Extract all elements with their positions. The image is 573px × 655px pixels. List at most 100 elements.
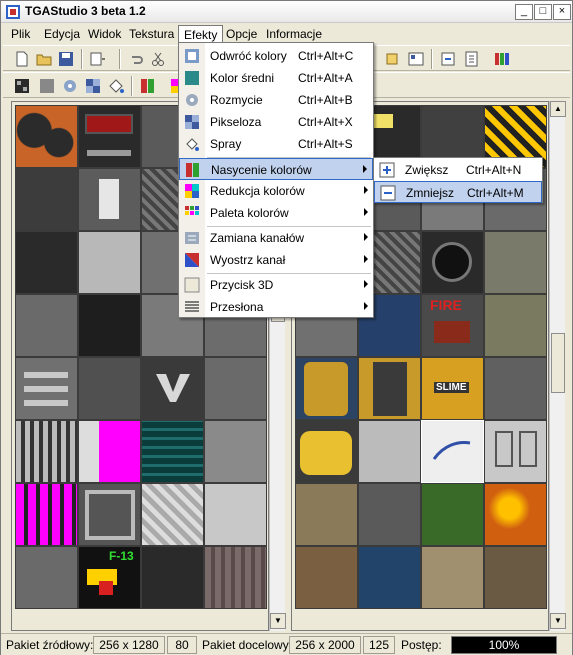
texture-tile[interactable] [15,483,78,546]
maximize-button[interactable]: □ [534,4,552,20]
source-count: 80 [167,636,197,654]
texture-tile[interactable] [484,483,547,546]
texture-tile[interactable] [421,231,484,294]
layout-icon[interactable] [407,50,425,68]
scroll-up-button[interactable]: ▲ [550,101,566,117]
channels-icon[interactable] [493,50,511,68]
texture-tile[interactable] [484,546,547,609]
cut-icon[interactable] [149,50,167,68]
texture-tile[interactable] [15,546,78,609]
texture-tile[interactable] [204,546,267,609]
rotate-icon[interactable] [383,50,401,68]
menu-item-blur[interactable]: Rozmycie Ctrl+Alt+B [179,89,373,111]
swirl-icon[interactable] [61,77,79,95]
menu-widok[interactable]: Widok [83,25,126,43]
menu-tekstura[interactable]: Tekstura [124,25,179,43]
texture-tile[interactable] [15,357,78,420]
texture-tile[interactable]: FIRE [421,294,484,357]
menu-item-invert[interactable]: Odwróć kolory Ctrl+Alt+C [179,45,373,67]
texture-tile-selected[interactable] [421,420,484,483]
menu-item-pixelate[interactable]: Pikseloza Ctrl+Alt+X [179,111,373,133]
texture-tile[interactable] [78,483,141,546]
texture-tile[interactable]: F-13 [78,546,141,609]
menu-edycja[interactable]: Edycja [39,25,85,43]
menu-item-shutter[interactable]: Przesłona [179,296,373,318]
target-size: 256 x 2000 [289,636,361,654]
texture-tile[interactable] [78,168,141,231]
texture-tile[interactable] [358,483,421,546]
texture-tile[interactable] [421,483,484,546]
close-button[interactable]: × [553,4,571,20]
submenu-item-decrease[interactable]: Zmniejsz Ctrl+Alt+M [374,181,542,203]
menu-item-label: Nasycenie kolorów [211,163,312,177]
menu-item-spray[interactable]: Spray Ctrl+Alt+S [179,133,373,155]
submenu-arrow-icon [364,255,368,263]
scroll-down-button[interactable]: ▼ [270,613,286,629]
texture-tile[interactable] [15,105,78,168]
menu-item-saturation[interactable]: Nasycenie kolorów [179,158,373,180]
texture-icon[interactable] [13,77,31,95]
texture-tile[interactable] [204,420,267,483]
menu-item-palette[interactable]: Paleta kolorów [179,202,373,224]
texture-tile[interactable] [141,483,204,546]
export-icon[interactable] [463,50,481,68]
undo-icon[interactable] [127,50,145,68]
menu-item-channel-swap[interactable]: Zamiana kanałów [179,227,373,249]
minimize-button[interactable]: _ [515,4,533,20]
texture-tile[interactable] [484,357,547,420]
texture-tile[interactable] [141,546,204,609]
texture-tile[interactable] [358,546,421,609]
menu-item-sharpen[interactable]: Wyostrz kanał [179,249,373,271]
scroll-down-button[interactable]: ▼ [550,613,566,629]
scroll-thumb[interactable] [551,333,565,393]
title-bar[interactable]: TGAStudio 3 beta 1.2 _ □ × [1,1,572,23]
target-scrollbar[interactable]: ▲ ▼ [549,101,566,631]
texture-tile[interactable] [295,420,358,483]
texture-tile[interactable] [78,420,141,483]
texture-tile[interactable] [141,420,204,483]
texture-tile[interactable] [204,483,267,546]
texture-tile[interactable] [295,357,358,420]
fill-icon[interactable] [107,77,125,95]
refresh-icon[interactable] [439,50,457,68]
menu-efekty[interactable]: Efekty [178,25,224,43]
texture-tile[interactable] [15,231,78,294]
texture-tile[interactable] [15,420,78,483]
texture-tile[interactable] [78,105,141,168]
texture-tile[interactable] [421,546,484,609]
texture-tile[interactable]: SLIME [421,357,484,420]
menu-item-button-3d[interactable]: Przycisk 3D [179,274,373,296]
submenu-item-increase[interactable]: Zwiększ Ctrl+Alt+N [374,159,542,181]
status-bar: Pakiet źródłowy: 256 x 1280 80 Pakiet do… [1,633,572,655]
submenu-arrow-icon [364,233,368,241]
texture-tile[interactable] [204,357,267,420]
menu-item-shortcut: Ctrl+Alt+N [466,163,522,177]
texture-tile[interactable] [78,357,141,420]
menu-item-average-color[interactable]: Kolor średni Ctrl+Alt+A [179,67,373,89]
texture-tile[interactable] [78,231,141,294]
texture-tile[interactable] [484,420,547,483]
submenu-arrow-icon [364,208,368,216]
menu-plik[interactable]: Plik [6,25,35,43]
pixel-icon[interactable] [84,77,102,95]
open-folder-icon[interactable] [35,50,53,68]
texture-tile[interactable] [15,294,78,357]
new-file-icon[interactable] [13,50,31,68]
texture-tile[interactable] [358,420,421,483]
texture-tile[interactable] [15,168,78,231]
toolbar-separator [431,49,433,69]
menu-item-color-reduction[interactable]: Redukcja kolorów [179,180,373,202]
menu-informacje[interactable]: Informacje [261,25,327,43]
texture-tile[interactable] [295,546,358,609]
grayscale-icon[interactable] [38,77,56,95]
saturation-tool-icon[interactable] [139,77,157,95]
menu-opcje[interactable]: Opcje [221,25,262,43]
texture-tile[interactable] [484,294,547,357]
texture-tile[interactable] [295,483,358,546]
texture-tile[interactable] [141,357,204,420]
page-setup-icon[interactable] [88,50,106,68]
texture-tile[interactable] [78,294,141,357]
save-icon[interactable] [57,50,75,68]
texture-tile[interactable] [358,357,421,420]
texture-tile[interactable] [484,231,547,294]
